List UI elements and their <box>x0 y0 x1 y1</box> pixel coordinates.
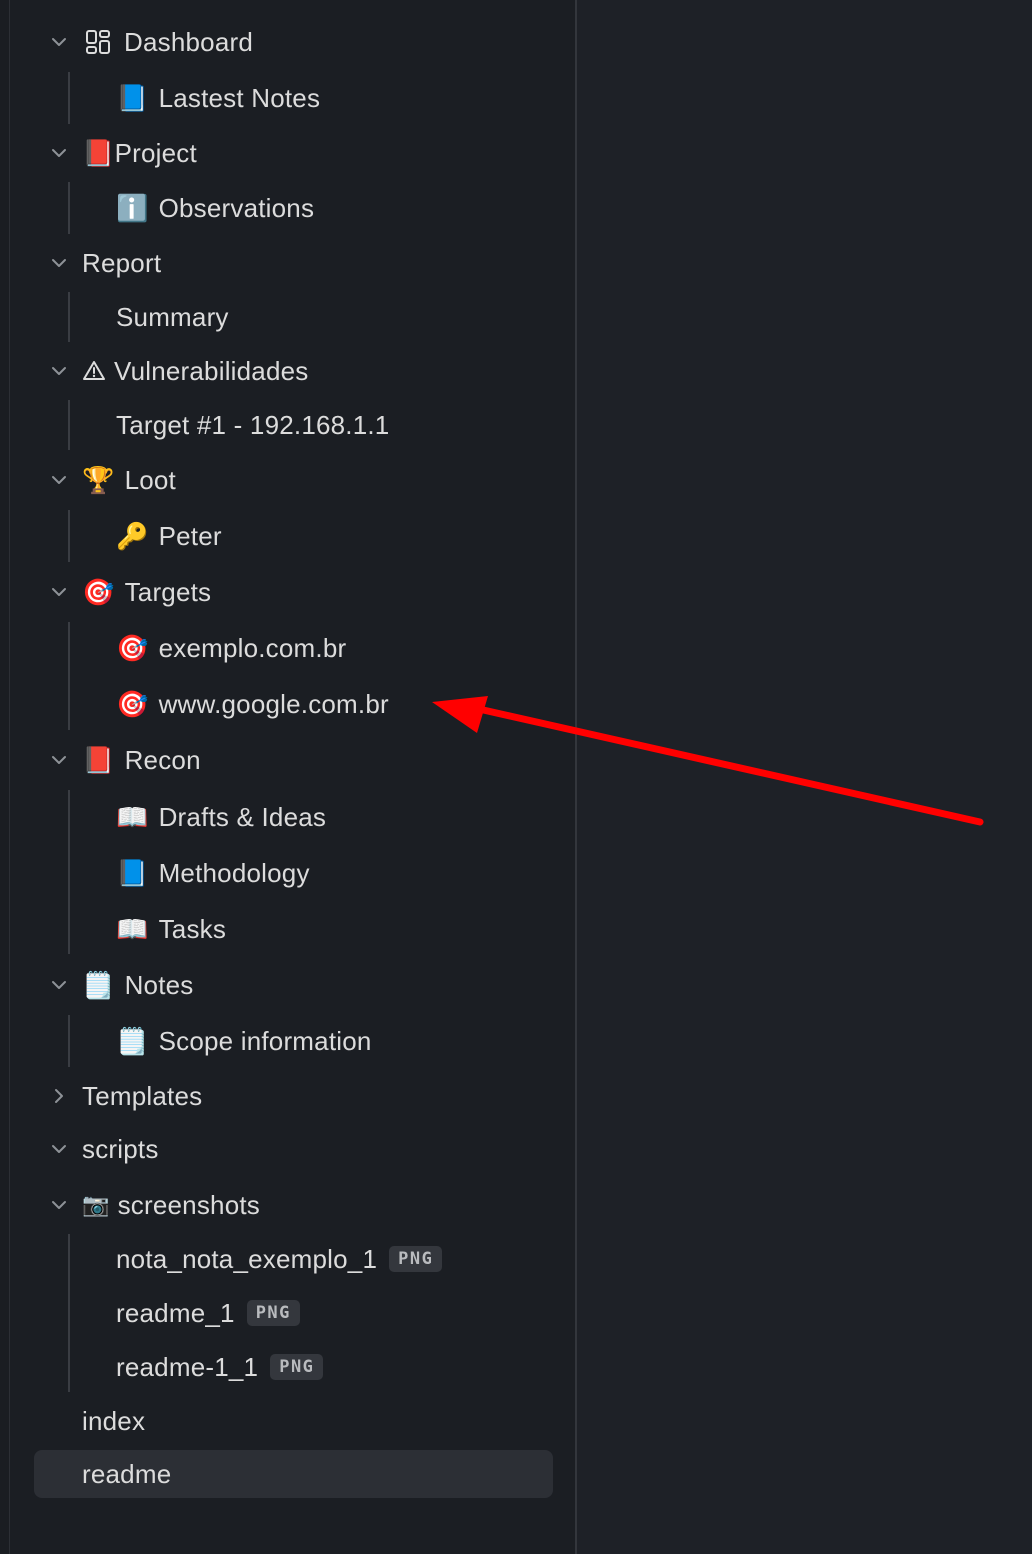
chevron-down-icon[interactable] <box>47 1193 71 1217</box>
file-lastest-notes[interactable]: 📘 Lastest Notes <box>116 73 320 123</box>
file-observations[interactable]: ℹ️ Observations <box>116 183 314 233</box>
dart-target-icon: 🎯 <box>82 576 115 607</box>
tree-item-label: Tasks <box>158 913 227 944</box>
notepad-icon: 🗒️ <box>116 1025 149 1056</box>
chevron-down-icon[interactable] <box>47 748 71 772</box>
tree-item-label: www.google.com.br <box>158 688 389 719</box>
file-readme-1[interactable]: readme_1 PNG <box>116 1288 300 1338</box>
tree-item-label: Templates <box>82 1080 203 1111</box>
open-book-icon: 📖 <box>116 913 149 944</box>
file-www-google-com-br[interactable]: 🎯 www.google.com.br <box>116 679 389 729</box>
tree-item-label: Target #1 - 192.168.1.1 <box>116 409 390 440</box>
chevron-down-icon[interactable] <box>47 468 71 492</box>
folder-dashboard[interactable]: Dashboard <box>84 17 253 67</box>
file-type-badge: PNG <box>270 1354 324 1380</box>
tree-item-label: Dashboard <box>124 26 253 57</box>
tree-item-label: Report <box>82 247 162 278</box>
window-left-edge <box>0 0 10 1554</box>
tree-item-label: scripts <box>82 1133 159 1164</box>
tree-item-label: Notes <box>124 969 194 1000</box>
tree-item-label: Loot <box>124 464 176 495</box>
tree-item-label: screenshots <box>117 1189 260 1220</box>
indent-guide <box>68 790 70 954</box>
tree-item-label: Project <box>114 137 197 168</box>
tree-item-label: readme <box>82 1458 172 1489</box>
red-book-icon: 📕 <box>82 744 115 775</box>
file-index[interactable]: index <box>82 1396 145 1446</box>
folder-targets[interactable]: 🎯 Targets <box>82 567 211 617</box>
chevron-down-icon[interactable] <box>47 1137 71 1161</box>
indent-guide <box>68 622 70 730</box>
tree-item-label: Drafts & Ideas <box>158 801 327 832</box>
tree-item-label: Scope information <box>158 1025 372 1056</box>
tree-item-label: Methodology <box>158 857 310 888</box>
file-nota-nota-exemplo-1[interactable]: nota_nota_exemplo_1 PNG <box>116 1234 443 1284</box>
tree-item-label: Peter <box>158 520 222 551</box>
chevron-down-icon[interactable] <box>47 359 71 383</box>
tree-item-label: Summary <box>116 301 229 332</box>
chevron-down-icon[interactable] <box>47 141 71 165</box>
tree-item-label: Observations <box>158 192 315 223</box>
red-book-icon: 📕 <box>82 137 115 168</box>
file-target-1[interactable]: Target #1 - 192.168.1.1 <box>116 400 389 450</box>
editor-pane <box>577 0 1032 1554</box>
dart-target-icon: 🎯 <box>116 632 149 663</box>
folder-screenshots[interactable]: 📷 screenshots <box>82 1180 260 1230</box>
blue-book-icon: 📘 <box>116 82 149 113</box>
indent-guide <box>68 1015 70 1067</box>
chevron-down-icon[interactable] <box>47 30 71 54</box>
file-type-badge: PNG <box>389 1246 443 1272</box>
file-methodology[interactable]: 📘 Methodology <box>116 848 310 898</box>
tree-item-label: Lastest Notes <box>158 82 321 113</box>
folder-vulnerabilidades[interactable]: Vulnerabilidades <box>82 346 308 396</box>
file-drafts-ideas[interactable]: 📖 Drafts & Ideas <box>116 792 326 842</box>
file-exemplo-com-br[interactable]: 🎯 exemplo.com.br <box>116 623 346 673</box>
indent-guide <box>68 400 70 450</box>
tree-item-label: readme_1 <box>116 1297 235 1328</box>
tree-item-label: exemplo.com.br <box>158 632 347 663</box>
trophy-icon: 🏆 <box>82 464 115 495</box>
indent-guide <box>68 1234 70 1392</box>
key-icon: 🔑 <box>116 520 149 551</box>
tree-item-label: Targets <box>124 576 212 607</box>
chevron-down-icon[interactable] <box>47 973 71 997</box>
dashboard-grid-icon <box>84 28 112 56</box>
file-explorer-sidebar: Dashboard 📘 Lastest Notes 📕 Project ℹ️ O… <box>10 0 577 1554</box>
chevron-down-icon[interactable] <box>47 580 71 604</box>
folder-templates[interactable]: Templates <box>82 1071 202 1121</box>
file-type-badge: PNG <box>246 1300 300 1326</box>
folder-notes[interactable]: 🗒️ Notes <box>82 960 194 1010</box>
folder-scripts[interactable]: scripts <box>82 1124 159 1174</box>
tree-item-label: Recon <box>124 744 201 775</box>
blue-book-icon: 📘 <box>116 857 149 888</box>
folder-recon[interactable]: 📕 Recon <box>82 735 201 785</box>
information-icon: ℹ️ <box>116 192 149 223</box>
warning-icon <box>82 359 106 383</box>
chevron-right-icon[interactable] <box>47 1084 71 1108</box>
folder-project[interactable]: 📕 Project <box>82 128 197 178</box>
file-peter[interactable]: 🔑 Peter <box>116 511 222 561</box>
folder-loot[interactable]: 🏆 Loot <box>82 455 176 505</box>
camera-icon: 📷 <box>82 1192 110 1217</box>
chevron-down-icon[interactable] <box>47 251 71 275</box>
file-readme-active[interactable]: readme <box>34 1450 553 1498</box>
indent-guide <box>68 292 70 342</box>
open-book-icon: 📖 <box>116 801 149 832</box>
notepad-icon: 🗒️ <box>82 969 115 1000</box>
dart-target-icon: 🎯 <box>116 688 149 719</box>
file-scope-information[interactable]: 🗒️ Scope information <box>116 1016 372 1066</box>
indent-guide <box>68 510 70 562</box>
tree-item-label: index <box>82 1405 146 1436</box>
tree-item-label: readme-1_1 <box>116 1351 259 1382</box>
indent-guide <box>68 182 70 234</box>
file-tasks[interactable]: 📖 Tasks <box>116 904 226 954</box>
indent-guide <box>68 72 70 124</box>
file-summary[interactable]: Summary <box>116 292 229 342</box>
tree-item-label: nota_nota_exemplo_1 <box>116 1243 378 1274</box>
tree-item-label: Vulnerabilidades <box>114 355 309 386</box>
folder-report[interactable]: Report <box>82 238 161 288</box>
file-readme-1-1[interactable]: readme-1_1 PNG <box>116 1342 324 1392</box>
